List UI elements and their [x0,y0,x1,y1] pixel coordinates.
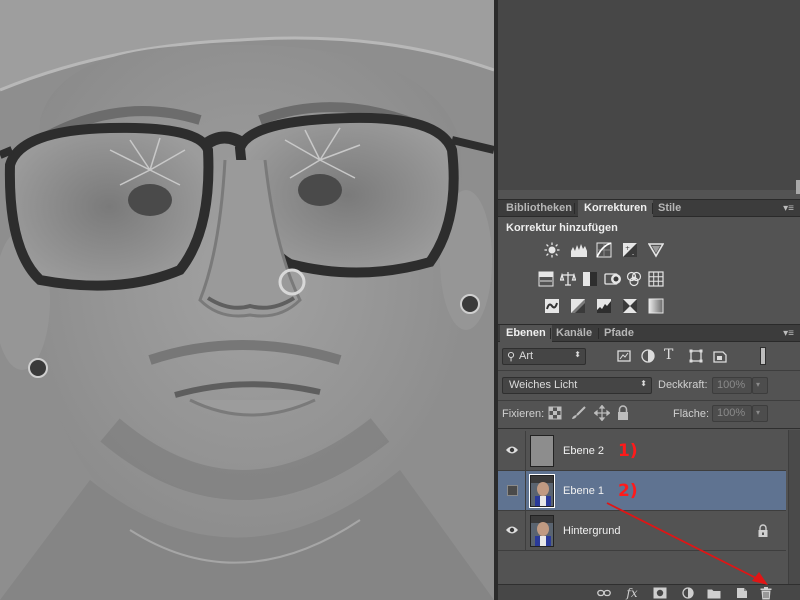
blend-mode-value: Weiches Licht [509,379,578,391]
layer-thumbnail [529,474,555,508]
hue-saturation-icon[interactable] [538,271,554,287]
opacity-label: Deckkraft: [658,379,708,391]
separator [498,400,800,401]
tab-bibliotheken[interactable]: Bibliotheken [500,200,578,217]
layers-footer-toolbar: fx [498,584,800,600]
tab-kanaele[interactable]: Kanäle [550,325,598,342]
selective-color-icon[interactable] [622,298,638,314]
tab-stile[interactable]: Stile [652,200,687,217]
panel-resize-handle[interactable] [796,180,800,194]
layer-filter-select[interactable]: ⚲ Art ⬍ [502,348,586,365]
fill-value: 100% [717,407,746,419]
layer-name[interactable]: Hintergrund [563,525,620,537]
filter-adjustment-icon[interactable] [640,348,656,364]
new-group-icon[interactable] [706,586,722,600]
chevron-down-icon: ▾ [756,380,761,389]
tab-separator [574,203,575,214]
filter-shape-icon[interactable] [688,348,704,364]
visibility-toggle[interactable] [498,431,526,471]
new-adjustment-icon[interactable] [680,586,696,600]
portrait-image [0,0,494,600]
new-layer-icon[interactable] [734,586,750,600]
exposure-icon[interactable]: + - [622,242,638,258]
layer-row-ebene-1[interactable]: Ebene 1 [498,471,786,511]
fx-label: fx [626,586,638,600]
curves-icon[interactable] [596,242,612,258]
panel-menu-icon[interactable]: ▾≡ [783,325,794,342]
document-canvas[interactable] [0,0,494,600]
adjustments-title: Korrektur hinzufügen [506,222,618,234]
layer-name[interactable]: Ebene 2 [563,445,604,457]
lock-icon [758,524,768,537]
svg-text:+: + [625,245,630,252]
tab-ebenen[interactable]: Ebenen [500,325,552,342]
lock-pixels-brush-icon[interactable] [570,406,586,422]
separator [498,428,800,429]
chevron-updown-icon: ⬍ [574,350,581,359]
annotation-2: 2) [618,481,638,501]
search-icon: ⚲ [507,351,516,363]
delete-layer-icon[interactable] [758,586,774,600]
empty-top-panel [498,0,800,190]
separator [498,370,800,371]
panel-menu-icon[interactable]: ▾≡ [783,200,794,217]
layers-tabbar: Ebenen Kanäle Pfade ▾≡ [498,324,800,342]
opacity-value: 100% [717,379,746,391]
opacity-dropdown[interactable]: ▾ [752,377,768,394]
layers-scrollbar[interactable] [788,430,800,585]
layer-filter-value: Art [519,350,534,362]
layer-row-ebene-2[interactable]: Ebene 2 [498,431,786,471]
invert-icon[interactable] [544,298,560,314]
photo-filter-icon[interactable] [604,271,621,287]
filter-pixel-icon[interactable] [616,348,632,364]
color-balance-icon[interactable] [560,271,576,287]
fill-dropdown[interactable]: ▾ [752,405,768,422]
black-white-icon[interactable] [582,271,598,287]
opacity-input[interactable]: 100% [712,377,752,394]
annotation-1: 1) [618,441,638,461]
fx-icon[interactable]: fx [624,586,640,600]
visibility-empty-box [507,485,518,496]
layer-name[interactable]: Ebene 1 [563,485,604,497]
tab-pfade[interactable]: Pfade [598,325,640,342]
layer-row-hintergrund[interactable]: Hintergrund [498,511,786,551]
fill-label: Fläche: [673,408,710,420]
brightness-contrast-icon[interactable] [544,242,560,258]
layer-thumbnail [530,435,554,467]
posterize-icon[interactable] [570,298,586,314]
svg-text:-: - [632,251,634,258]
add-mask-icon[interactable] [652,586,668,600]
link-layers-icon[interactable] [596,586,612,600]
visibility-toggle[interactable] [498,471,526,511]
lock-transparency-icon[interactable] [548,406,564,422]
filter-type-icon[interactable]: T [664,347,680,363]
right-panel-dock: Bibliotheken Korrekturen Stile ▾≡ Korrek… [498,0,800,600]
tab-korrekturen[interactable]: Korrekturen [578,200,653,217]
gradient-map-icon[interactable] [648,298,664,314]
levels-icon[interactable] [570,242,587,258]
eye-icon [506,446,518,454]
visibility-toggle[interactable] [498,511,526,551]
filter-smartobject-icon[interactable] [712,348,728,364]
vibrance-icon[interactable] [648,242,664,258]
color-lookup-icon[interactable] [648,271,664,287]
layer-thumbnail [530,515,554,547]
lock-all-icon[interactable] [616,405,632,421]
blend-mode-select[interactable]: Weiches Licht ⬍ [502,377,652,394]
adjustments-tabbar: Bibliotheken Korrekturen Stile ▾≡ [498,199,800,217]
eye-icon [506,526,518,534]
layers-list: Ebene 2 Ebene 1 Hintergrund [498,430,788,551]
fill-input[interactable]: 100% [712,405,752,422]
channel-mixer-icon[interactable] [626,271,642,287]
threshold-icon[interactable] [596,298,612,314]
chevron-updown-icon: ⬍ [640,379,647,388]
filter-toggle-switch[interactable] [760,347,766,365]
lock-label: Fixieren: [502,408,545,420]
lock-position-move-icon[interactable] [593,404,611,422]
chevron-down-icon: ▾ [756,408,761,417]
